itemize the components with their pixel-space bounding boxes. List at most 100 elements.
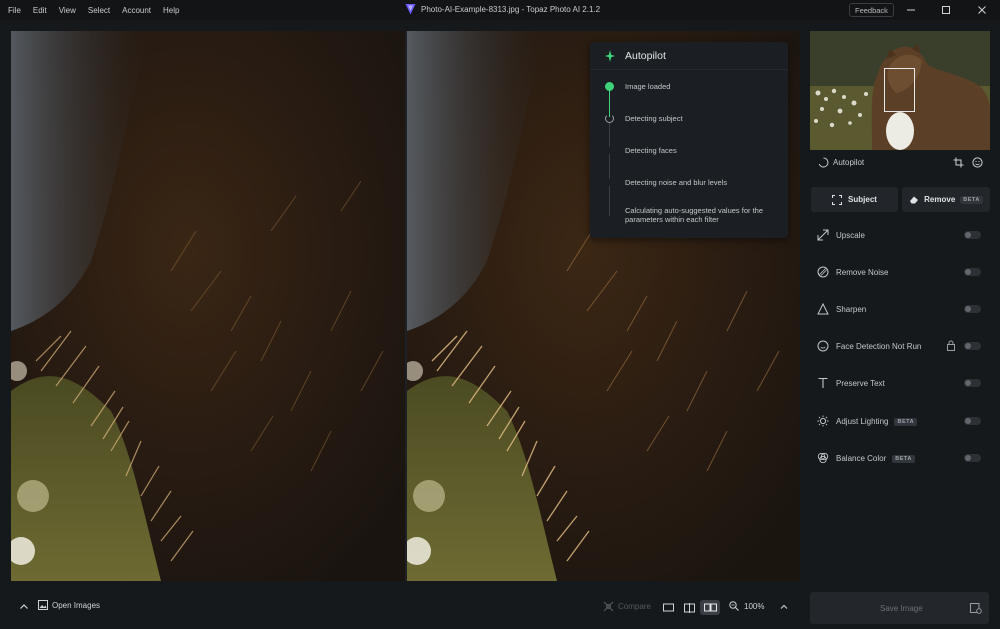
lock-icon [947, 340, 955, 351]
subject-select-icon [832, 194, 843, 205]
side-by-side-view-button[interactable] [700, 600, 720, 615]
color-balance-icon [817, 452, 829, 464]
right-sidebar: Autopilot Subject Remove BETA Upscale Re… [810, 31, 990, 621]
beta-badge: BETA [960, 195, 983, 204]
crop-icon[interactable] [953, 157, 964, 168]
preserve-text-toggle[interactable] [964, 379, 981, 387]
bottom-toolbar: Open Images Compare 100% [0, 592, 800, 623]
step-image-loaded: Image loaded [625, 82, 671, 91]
compare-icon [603, 601, 614, 612]
menu-help[interactable]: Help [163, 6, 179, 15]
subject-button-label: Subject [848, 195, 877, 204]
export-settings-icon[interactable] [970, 602, 982, 614]
filter-adjust-lighting-label: Adjust Lighting BETA [836, 417, 918, 426]
window-title: Photo-AI-Example-8313.jpg - Topaz Photo … [405, 3, 600, 15]
chevron-up-icon[interactable] [17, 600, 31, 614]
progress-line-done [609, 90, 610, 117]
close-icon[interactable] [976, 4, 988, 16]
step-complete-icon [605, 82, 614, 91]
save-image-label: Save Image [880, 604, 923, 613]
progress-line [609, 186, 610, 216]
menu-file[interactable]: File [8, 6, 21, 15]
zoom-level: 100% [744, 601, 765, 611]
filter-face-detection-label: Face Detection Not Run [836, 342, 922, 351]
face-detection-toggle[interactable] [964, 342, 981, 350]
sharpen-toggle[interactable] [964, 305, 981, 313]
beta-badge: BETA [892, 454, 915, 463]
sun-icon [817, 415, 829, 427]
step-calculating-values: Calculating auto-suggested values for th… [625, 206, 764, 224]
single-view-icon [662, 603, 674, 612]
upscale-toggle[interactable] [964, 231, 981, 239]
open-images-label: Open Images [52, 600, 101, 610]
text-icon [818, 377, 828, 388]
viewport-selection-box[interactable] [884, 68, 915, 112]
subject-button[interactable]: Subject [811, 187, 898, 212]
adjust-lighting-toggle[interactable] [964, 417, 981, 425]
feedback-button[interactable]: Feedback [849, 3, 894, 17]
step-detecting-subject: Detecting subject [625, 114, 683, 123]
save-image-button[interactable]: Save Image [810, 592, 989, 624]
title-bar: File Edit View Select Account Help Photo… [0, 0, 1000, 20]
remove-button[interactable]: Remove BETA [902, 187, 990, 212]
zoom-icon [729, 601, 739, 611]
window-title-text: Photo-AI-Example-8313.jpg - Topaz Photo … [421, 4, 601, 14]
filter-remove-noise-label: Remove Noise [836, 268, 889, 277]
autopilot-label: Autopilot [833, 158, 865, 167]
chevron-up-icon[interactable] [778, 601, 790, 613]
step-detecting-noise-blur: Detecting noise and blur levels [625, 178, 728, 187]
menu-bar: File Edit View Select Account Help [8, 6, 191, 15]
autopilot-panel-header: Autopilot [590, 42, 788, 70]
filter-preserve-text[interactable]: Preserve Text [810, 373, 990, 393]
sharpen-icon [817, 303, 829, 315]
balance-color-toggle[interactable] [964, 454, 981, 462]
autopilot-row[interactable]: Autopilot [810, 152, 990, 172]
filter-adjust-lighting[interactable]: Adjust Lighting BETA [810, 411, 990, 431]
eraser-icon [910, 196, 919, 204]
filter-upscale[interactable]: Upscale [810, 225, 990, 245]
side-by-side-icon [703, 603, 717, 612]
maximize-icon[interactable] [940, 4, 952, 16]
filter-remove-noise[interactable]: Remove Noise [810, 262, 990, 282]
progress-line [609, 122, 610, 147]
upscale-icon [817, 229, 829, 241]
menu-select[interactable]: Select [88, 6, 110, 15]
adjust-lighting-text: Adjust Lighting [836, 417, 889, 426]
autopilot-progress-panel: Autopilot Image loaded Detecting subject… [590, 42, 788, 238]
menu-account[interactable]: Account [122, 6, 151, 15]
single-view-button[interactable] [658, 600, 678, 615]
original-image [11, 31, 405, 581]
menu-view[interactable]: View [59, 6, 76, 15]
navigator-thumbnail[interactable] [810, 31, 990, 150]
progress-line [609, 154, 610, 179]
minimize-icon[interactable] [905, 4, 917, 16]
autopilot-panel-title: Autopilot [625, 50, 666, 62]
compare-button[interactable]: Compare [603, 601, 651, 612]
filter-sharpen-label: Sharpen [836, 305, 867, 314]
balance-color-text: Balance Color [836, 454, 887, 463]
filter-upscale-label: Upscale [836, 231, 865, 240]
topaz-logo-icon [405, 4, 416, 15]
split-view-icon [683, 602, 695, 613]
step-loading-icon [605, 114, 614, 123]
menu-edit[interactable]: Edit [33, 6, 47, 15]
beta-badge: BETA [894, 417, 918, 426]
zoom-control[interactable]: 100% [729, 601, 764, 611]
remove-noise-toggle[interactable] [964, 268, 981, 276]
autopilot-spinner-icon [818, 157, 829, 168]
remove-noise-icon [817, 266, 829, 278]
remove-button-label: Remove [924, 195, 956, 204]
sparkle-icon [605, 50, 615, 62]
filter-preserve-text-label: Preserve Text [836, 379, 885, 388]
filter-balance-color[interactable]: Balance Color BETA [810, 448, 990, 468]
filter-face-detection[interactable]: Face Detection Not Run [810, 336, 990, 356]
split-view-button[interactable] [679, 600, 699, 615]
filter-sharpen[interactable]: Sharpen [810, 299, 990, 319]
open-images-button[interactable]: Open Images [38, 600, 100, 610]
original-image-pane[interactable] [11, 31, 405, 581]
image-icon [38, 600, 48, 610]
filter-balance-color-label: Balance Color BETA [836, 454, 915, 463]
face-icon[interactable] [972, 157, 983, 168]
face-recovery-icon [817, 340, 829, 352]
compare-label: Compare [618, 602, 651, 611]
